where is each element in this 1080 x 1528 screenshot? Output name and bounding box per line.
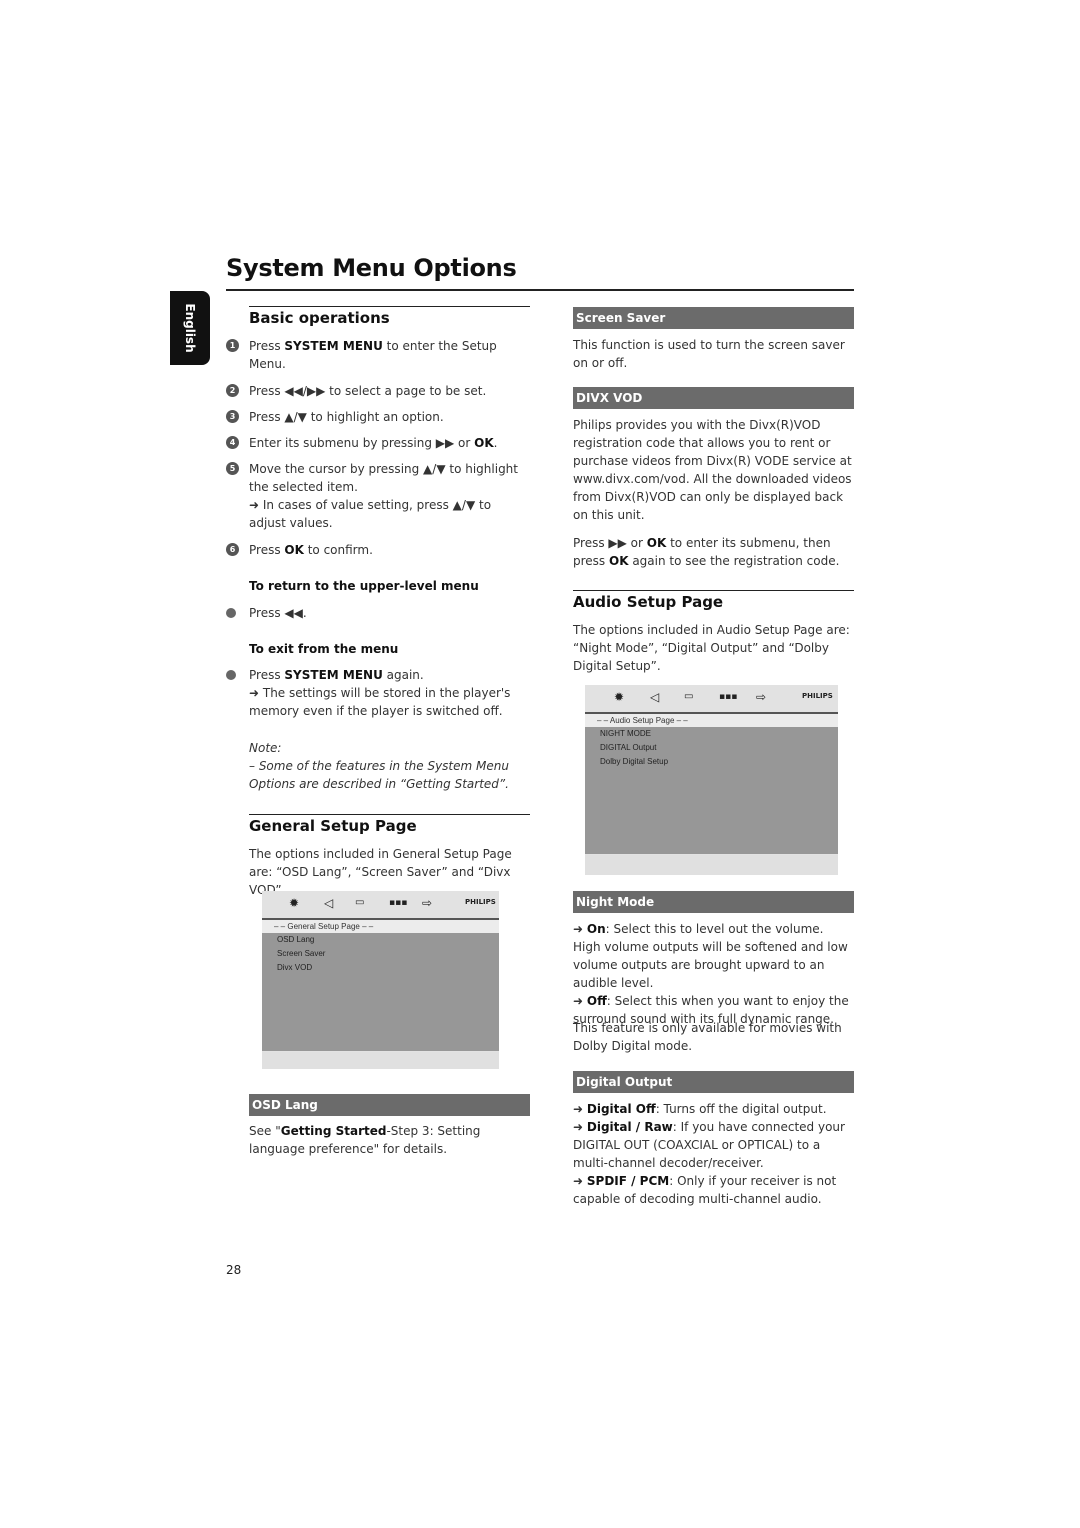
section-divider [249,814,530,815]
step-2: 2 Press ◀◀/▶▶ to select a page to be set… [226,382,530,400]
page-title: System Menu Options [226,254,517,282]
screen-header: – – General Setup Page – – [262,920,499,933]
grid-icon: ▪▪▪ [389,898,408,908]
arrow-icon: ➜ [573,1120,587,1134]
section-divider [573,590,854,591]
arrow-icon: ➜ [573,1102,587,1116]
speaker-icon: ◁ [650,690,660,704]
exit-icon: ⇨ [756,690,767,704]
menu-item[interactable]: DIGITAL Output [585,741,838,755]
step-4: 4 Enter its submenu by pressing ▶▶ or OK… [226,434,530,452]
speaker-icon: ◁ [324,896,334,910]
brand-logo: PHILIPS [465,898,496,906]
step-5: 5 Move the cursor by pressing ▲/▼ to hig… [226,460,530,532]
audio-setup-intro: The options included in Audio Setup Page… [573,623,850,673]
step-6: 6 Press OK to confirm. [226,541,530,559]
arrow-icon: ➜ [573,922,587,936]
night-mode-options: ➜ On: Select this to level out the volum… [573,920,854,1028]
arrow-icon: ➜ [573,994,587,1008]
brand-logo: PHILIPS [802,692,833,700]
step-number: 2 [226,384,239,397]
gear-icon: ✹ [614,690,625,704]
arrow-icon: ➜ [573,1174,587,1188]
night-mode-on: ➜ On: Select this to level out the volum… [573,922,848,990]
step-number: 6 [226,543,239,556]
menu-item[interactable]: NIGHT MODE [585,727,838,741]
exit-icon: ⇨ [422,896,433,910]
basic-operations-heading: Basic operations [249,309,390,327]
divx-vod-text: Philips provides you with the Divx(R)VOD… [573,418,852,522]
general-setup-screen: ✹ ◁ ▭ ▪▪▪ ⇨ PHILIPS – – General Setup Pa… [262,891,499,1069]
return-instruction: Press ◀◀. [226,604,530,622]
exit-heading: To exit from the menu [249,642,399,656]
osd-lang-bar: OSD Lang [249,1094,530,1116]
digital-output-bar: Digital Output [573,1071,854,1093]
osd-lang-text: See "Getting Started-Step 3: Setting lan… [249,1124,481,1156]
screen-footer [585,855,838,875]
digital-option: ➜ Digital / Raw: If you have connected y… [573,1120,845,1170]
bullet-icon [226,608,236,618]
step-3: 3 Press ▲/▼ to highlight an option. [226,408,530,426]
divx-vod-instruction: Press ▶▶ or OK to enter its submenu, the… [573,536,840,568]
digital-option: ➜ SPDIF / PCM: Only if your receiver is … [573,1174,837,1206]
title-divider [226,289,854,291]
audio-setup-heading: Audio Setup Page [573,593,724,611]
page-number: 28 [226,1263,242,1277]
night-mode-bar: Night Mode [573,891,854,913]
general-setup-heading: General Setup Page [249,817,417,835]
language-tab: English [170,291,210,365]
digital-output-options: ➜ Digital Off: Turns off the digital out… [573,1100,854,1208]
bullet-icon [226,670,236,680]
step-number: 4 [226,436,239,449]
display-icon: ▭ [684,691,694,702]
exit-instruction: Press SYSTEM MENU again. ➜ The settings w… [226,666,530,720]
menu-item[interactable]: Screen Saver [262,947,499,961]
step-1: 1 Press SYSTEM MENU to enter the Setup M… [226,337,530,373]
display-icon: ▭ [355,897,365,908]
screen-header: – – Audio Setup Page – – [585,714,838,727]
menu-item[interactable]: Divx VOD [262,961,499,975]
night-mode-note: This feature is only available for movie… [573,1021,842,1053]
screen-menu-list: OSD Lang Screen Saver Divx VOD [262,933,499,1051]
step-number: 3 [226,410,239,423]
digital-option: ➜ Digital Off: Turns off the digital out… [573,1102,827,1116]
screen-footer [262,1052,499,1069]
screen-saver-bar: Screen Saver [573,307,854,329]
audio-setup-screen: ✹ ◁ ▭ ▪▪▪ ⇨ PHILIPS – – Audio Setup Page… [585,685,838,875]
step-number: 1 [226,339,239,352]
screen-menu-list: NIGHT MODE DIGITAL Output Dolby Digital … [585,727,838,854]
return-heading: To return to the upper-level menu [249,579,479,593]
screen-saver-text: This function is used to turn the screen… [573,338,845,370]
menu-item[interactable]: Dolby Digital Setup [585,755,838,769]
grid-icon: ▪▪▪ [719,692,738,702]
divx-vod-bar: DIVX VOD [573,387,854,409]
language-tab-label: English [183,303,197,353]
step-number: 5 [226,462,239,475]
section-divider [249,306,530,307]
gear-icon: ✹ [289,896,300,910]
menu-item[interactable]: OSD Lang [262,933,499,947]
note: Note: – Some of the features in the Syst… [249,741,509,791]
